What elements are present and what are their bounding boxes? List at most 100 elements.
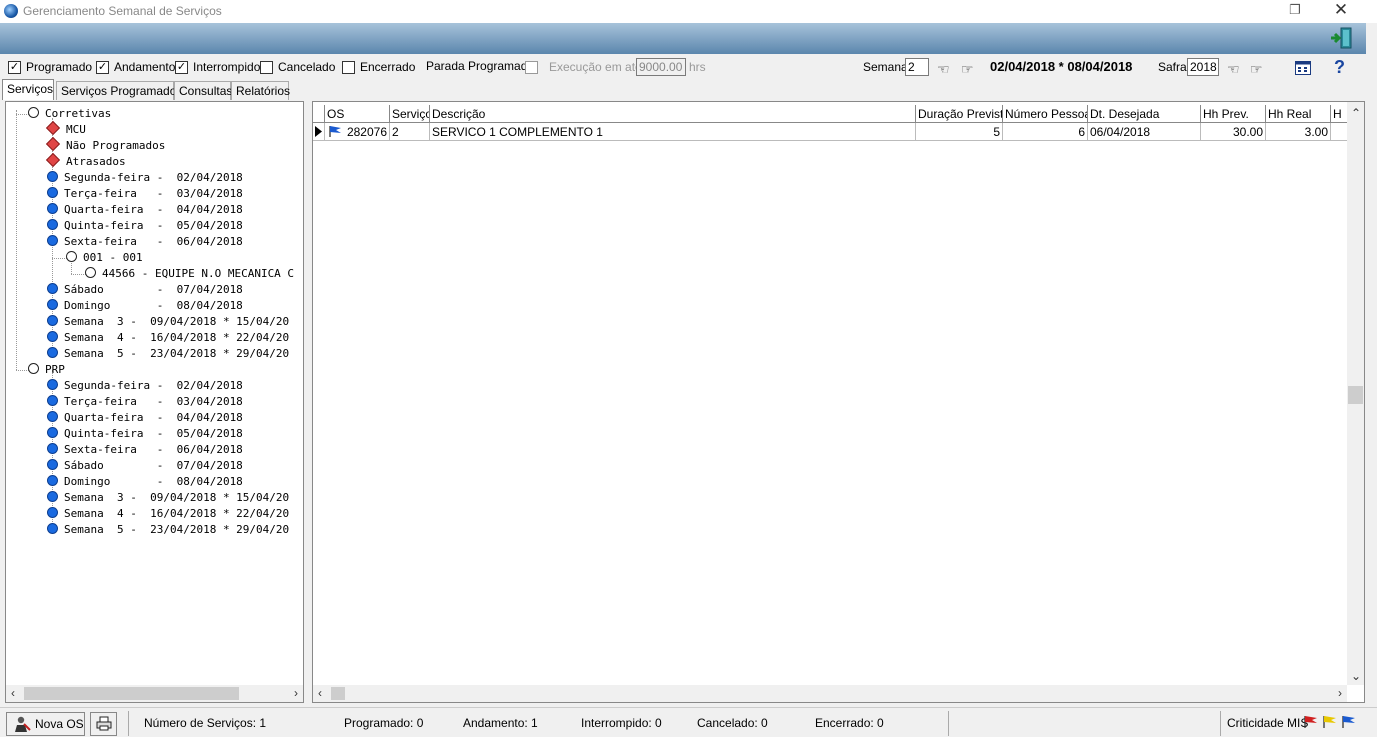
print-icon[interactable] bbox=[90, 712, 117, 736]
blue-circle-icon bbox=[47, 299, 58, 310]
cancelado-label: Cancelado bbox=[278, 60, 336, 74]
calendar-icon[interactable] bbox=[1295, 61, 1311, 78]
cell-pessoas[interactable]: 6 bbox=[1003, 123, 1088, 141]
parada-checkbox[interactable] bbox=[525, 61, 538, 74]
col-pessoas[interactable]: Número Pessoas bbox=[1003, 105, 1088, 123]
tree-node[interactable]: Corretivas bbox=[28, 106, 111, 122]
prev-week-icon[interactable]: ☜ bbox=[937, 61, 950, 78]
tree-node[interactable]: Quarta-feira - 04/04/2018 bbox=[47, 202, 243, 218]
tab-consultas[interactable]: Consultas bbox=[174, 81, 232, 100]
exit-icon[interactable] bbox=[1329, 27, 1353, 49]
grid-scroll-left-icon[interactable]: ‹ bbox=[318, 686, 322, 700]
tree-scroll-thumb[interactable] bbox=[24, 687, 239, 700]
execucao-input[interactable]: 9000.00 bbox=[636, 58, 686, 76]
tree-node[interactable]: 44566 - EQUIPE N.O MECANICA C bbox=[85, 266, 294, 282]
scroll-left-icon[interactable]: ‹ bbox=[11, 686, 15, 700]
tree-node[interactable]: Sábado - 07/04/2018 bbox=[47, 282, 243, 298]
col-hh-prev[interactable]: Hh Prev. bbox=[1201, 105, 1266, 123]
tree-node[interactable]: Domingo - 08/04/2018 bbox=[47, 474, 243, 490]
tree-node[interactable]: Atrasados bbox=[45, 152, 126, 170]
row-pointer-icon bbox=[313, 123, 325, 141]
status-cancelado: Cancelado: 0 bbox=[697, 716, 768, 730]
tab-servicos[interactable]: Serviços bbox=[2, 79, 54, 100]
tree-node[interactable]: Semana 3 - 09/04/2018 * 15/04/20 bbox=[47, 490, 289, 506]
tree-node[interactable]: Quinta-feira - 05/04/2018 bbox=[47, 426, 243, 442]
parada-label: Parada Programada bbox=[426, 59, 535, 73]
next-safra-icon[interactable]: ☞ bbox=[1250, 61, 1263, 78]
help-icon[interactable]: ? bbox=[1334, 57, 1345, 78]
scroll-right-icon[interactable]: › bbox=[294, 686, 298, 700]
cell-hh-real[interactable]: 3.00 bbox=[1266, 123, 1331, 141]
tree-node[interactable]: Semana 3 - 09/04/2018 * 15/04/20 bbox=[47, 314, 289, 330]
tree-node-label: Segunda-feira - 02/04/2018 bbox=[64, 379, 243, 392]
yellow-flag-icon[interactable] bbox=[1323, 715, 1337, 729]
nova-os-button[interactable]: Nova OS bbox=[6, 712, 85, 736]
tree-node[interactable]: Semana 4 - 16/04/2018 * 22/04/20 bbox=[47, 330, 289, 346]
cell-dt-desejada[interactable]: 06/04/2018 bbox=[1088, 123, 1201, 141]
cancelado-checkbox[interactable] bbox=[260, 61, 273, 74]
close-button[interactable]: ✕ bbox=[1330, 0, 1352, 22]
cell-servico[interactable]: 2 bbox=[390, 123, 430, 141]
cell-duracao[interactable]: 5 bbox=[916, 123, 1003, 141]
blue-circle-icon bbox=[47, 315, 58, 326]
tree-node[interactable]: Semana 5 - 23/04/2018 * 29/04/20 bbox=[47, 346, 289, 362]
grid-horizontal-scrollbar[interactable]: ‹ › bbox=[313, 685, 1347, 702]
tree-node[interactable]: Domingo - 08/04/2018 bbox=[47, 298, 243, 314]
scroll-up-icon[interactable]: ⌃ bbox=[1351, 106, 1361, 120]
red-diamond-icon bbox=[45, 136, 61, 152]
tree-node[interactable]: Sábado - 07/04/2018 bbox=[47, 458, 243, 474]
tree-node-label: Terça-feira - 03/04/2018 bbox=[64, 187, 243, 200]
tab-servicos-programados[interactable]: Serviços Programados bbox=[56, 81, 182, 100]
semana-input[interactable]: 2 bbox=[905, 58, 929, 76]
programado-checkbox[interactable]: ✓ bbox=[8, 61, 21, 74]
grid-hscroll-thumb[interactable] bbox=[331, 687, 345, 700]
restore-button[interactable]: ❐ bbox=[1284, 2, 1306, 20]
cell-os[interactable]: 282076 bbox=[325, 123, 390, 141]
tree-node[interactable]: Segunda-feira - 02/04/2018 bbox=[47, 170, 243, 186]
tree-node-label: Segunda-feira - 02/04/2018 bbox=[64, 171, 243, 184]
open-circle-icon bbox=[28, 363, 39, 374]
col-hh-real[interactable]: Hh Real bbox=[1266, 105, 1331, 123]
col-servico[interactable]: Serviço bbox=[390, 105, 430, 123]
tree-horizontal-scrollbar[interactable]: ‹ › bbox=[6, 685, 303, 702]
week-range: 02/04/2018 * 08/04/2018 bbox=[990, 59, 1133, 74]
col-dt-desejada[interactable]: Dt. Desejada bbox=[1088, 105, 1201, 123]
scroll-down-icon[interactable]: ⌄ bbox=[1351, 669, 1361, 683]
safra-input[interactable]: 2018 bbox=[1187, 58, 1219, 76]
tree-node[interactable]: Segunda-feira - 02/04/2018 bbox=[47, 378, 243, 394]
tree-node[interactable]: Terça-feira - 03/04/2018 bbox=[47, 186, 243, 202]
cell-descricao[interactable]: SERVICO 1 COMPLEMENTO 1 bbox=[430, 123, 916, 141]
next-week-icon[interactable]: ☞ bbox=[961, 61, 974, 78]
tree-node[interactable]: Sexta-feira - 06/04/2018 bbox=[47, 234, 243, 250]
tree-node[interactable]: Sexta-feira - 06/04/2018 bbox=[47, 442, 243, 458]
col-descricao[interactable]: Descrição bbox=[430, 105, 916, 123]
encerrado-checkbox[interactable] bbox=[342, 61, 355, 74]
tree-node[interactable]: PRP bbox=[28, 362, 65, 378]
tab-relatorios[interactable]: Relatórios bbox=[231, 81, 290, 100]
andamento-checkbox[interactable]: ✓ bbox=[96, 61, 109, 74]
blue-circle-icon bbox=[47, 283, 58, 294]
services-tree: Corretivas MCU Não Programados Atrasados Seg… bbox=[5, 101, 304, 703]
blue-circle-icon bbox=[47, 347, 58, 358]
tree-node[interactable]: Terça-feira - 03/04/2018 bbox=[47, 394, 243, 410]
tree-node[interactable]: Não Programados bbox=[45, 136, 165, 154]
grid-vscroll-thumb[interactable] bbox=[1348, 386, 1363, 404]
grid-scroll-right-icon[interactable]: › bbox=[1338, 686, 1342, 700]
prev-safra-icon[interactable]: ☜ bbox=[1227, 61, 1240, 78]
cell-hh-prev[interactable]: 30.00 bbox=[1201, 123, 1266, 141]
col-os[interactable]: OS bbox=[325, 105, 390, 123]
interrompido-checkbox[interactable]: ✓ bbox=[175, 61, 188, 74]
red-flag-icon[interactable] bbox=[1304, 715, 1318, 729]
grid-vertical-scrollbar[interactable]: ⌃ ⌄ bbox=[1347, 102, 1364, 685]
tree-node[interactable]: Quinta-feira - 05/04/2018 bbox=[47, 218, 243, 234]
tree-node[interactable]: Semana 5 - 23/04/2018 * 29/04/20 bbox=[47, 522, 289, 538]
blue-circle-icon bbox=[47, 395, 58, 406]
tree-node[interactable]: 001 - 001 bbox=[66, 250, 143, 266]
tree-node[interactable]: MCU bbox=[45, 120, 86, 138]
tree-node-label: MCU bbox=[66, 123, 86, 136]
tree-node[interactable]: Semana 4 - 16/04/2018 * 22/04/20 bbox=[47, 506, 289, 522]
blue-flag-icon[interactable] bbox=[1342, 715, 1356, 729]
col-duracao[interactable]: Duração Prevista bbox=[916, 105, 1003, 123]
tree-node[interactable]: Quarta-feira - 04/04/2018 bbox=[47, 410, 243, 426]
status-bar: Nova OS Número de Serviços: 1 Programado… bbox=[0, 707, 1377, 737]
